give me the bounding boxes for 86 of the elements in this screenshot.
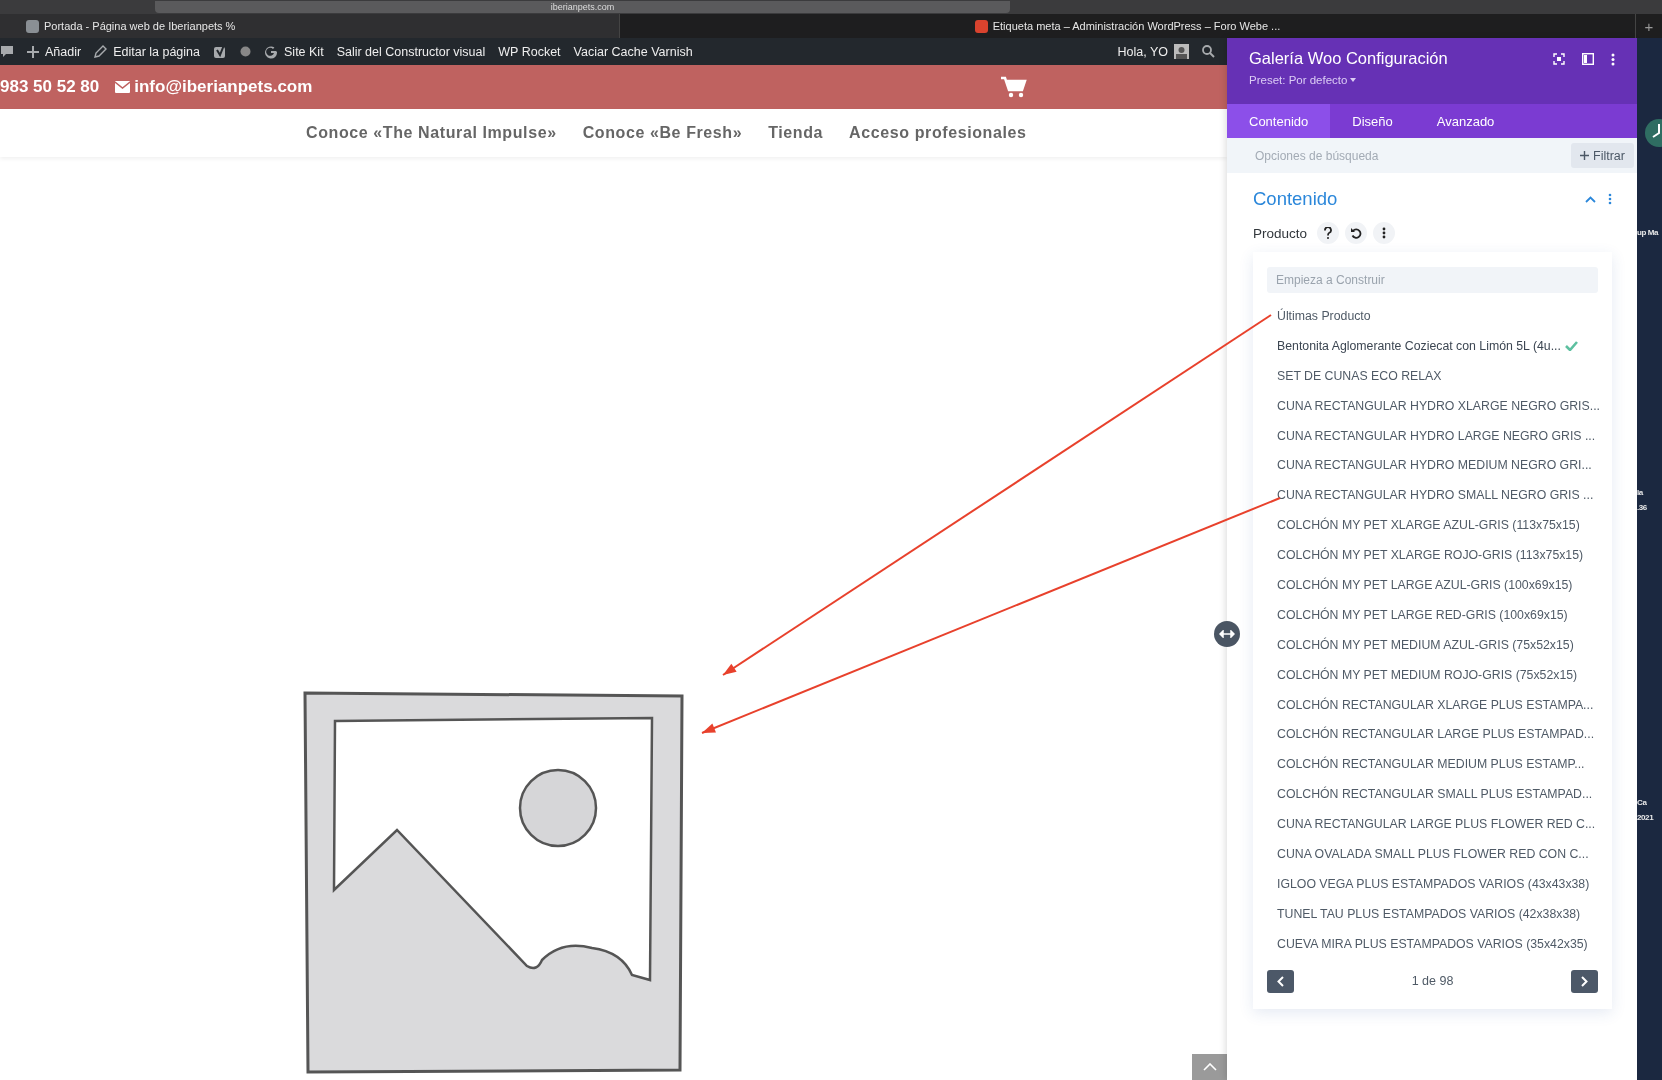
chevron-right-icon	[1581, 975, 1588, 987]
email-link[interactable]: info@iberianpets.com	[134, 77, 313, 97]
favicon-icon	[26, 19, 39, 33]
columns-icon[interactable]	[1582, 53, 1594, 65]
product-option[interactable]: SET DE CUNAS ECO RELAX	[1267, 360, 1598, 391]
next-page-button[interactable]	[1571, 969, 1598, 993]
product-option[interactable]: CUNA RECTANGULAR HYDRO LARGE NEGRO GRIS ...	[1267, 420, 1598, 451]
pencil-icon	[94, 45, 108, 58]
yoast-icon[interactable]	[213, 44, 227, 59]
product-option[interactable]: COLCHÓN MY PET MEDIUM ROJO-GRIS (75x52x15)	[1267, 659, 1598, 690]
product-option[interactable]: COLCHÓN MY PET XLARGE ROJO-GRIS (113x75x15)	[1267, 540, 1598, 570]
chevron-left-icon	[1277, 975, 1284, 987]
more-button[interactable]	[1373, 222, 1396, 244]
product-option[interactable]: Bentonita Aglomerante Coziecat con Limón 5L (4u...	[1267, 330, 1598, 361]
product-option[interactable]: COLCHÓN MY PET LARGE AZUL-GRIS (100x69x15)	[1267, 570, 1598, 600]
product-option[interactable]: COLCHÓN RECTANGULAR XLARGE PLUS ESTAMPA...	[1267, 689, 1598, 720]
desktop-label: la	[1637, 488, 1643, 497]
chevron-up-icon	[1202, 1063, 1217, 1071]
chevron-up-icon[interactable]	[1585, 195, 1596, 203]
kebab-menu-icon	[1382, 227, 1387, 239]
double-arrow-icon	[1219, 630, 1235, 638]
phone-number: 983 50 52 80	[0, 77, 100, 97]
product-option[interactable]: Últimas Producto	[1267, 301, 1598, 331]
product-option[interactable]: COLCHÓN MY PET MEDIUM AZUL-GRIS (75x52x15)	[1267, 629, 1598, 660]
greeting-link[interactable]: Hola, YO	[1117, 44, 1189, 59]
search-field[interactable]: Empieza a Construir	[1267, 267, 1598, 293]
admin-bar-item[interactable]: Site Kit	[264, 44, 324, 59]
product-option[interactable]: CUNA RECTANGULAR HYDRO XLARGE NEGRO GRIS...	[1267, 390, 1598, 421]
envelope-icon	[115, 81, 131, 93]
filter-button[interactable]: Filtrar	[1571, 143, 1634, 168]
section-title[interactable]: Contenido	[1253, 188, 1338, 210]
comment-icon[interactable]	[0, 45, 14, 58]
plus-icon	[27, 45, 39, 58]
plus-icon	[1580, 151, 1590, 160]
kebab-menu-icon[interactable]	[1611, 53, 1615, 66]
product-option[interactable]: COLCHÓN RECTANGULAR SMALL PLUS ESTAMPAD...	[1267, 779, 1598, 810]
product-option[interactable]: CUNA OVALADA SMALL PLUS FLOWER RED CON C...	[1267, 839, 1598, 869]
cart-icon[interactable]	[1001, 75, 1027, 99]
desktop-label: up Ma	[1637, 228, 1659, 237]
panel-tab[interactable]: Avanzado	[1414, 104, 1517, 138]
search-field[interactable]: Opciones de búsqueda Filtrar	[1227, 138, 1637, 173]
search-icon[interactable]	[1202, 45, 1215, 58]
panel-title: Galería Woo Configuración	[1249, 49, 1448, 68]
address-bar[interactable]: iberianpets.com	[155, 1, 1010, 13]
resize-handle[interactable]	[1214, 621, 1240, 647]
reset-button[interactable]	[1345, 222, 1368, 244]
nav-link[interactable]: Conoce «The Natural Impulse»	[306, 124, 557, 142]
product-option[interactable]: CUNA RECTANGULAR HYDRO SMALL NEGRO GRIS ...	[1267, 480, 1598, 511]
favicon-icon	[974, 19, 988, 33]
new-tab-button[interactable]: +	[1636, 17, 1662, 35]
question-icon	[1324, 227, 1333, 239]
product-option[interactable]: IGLOO VEGA PLUS ESTAMPADOS VARIOS (43x43x38)	[1267, 868, 1598, 899]
nav-link[interactable]: Acceso profesionales	[849, 124, 1027, 142]
undo-icon	[1350, 227, 1363, 239]
page-indicator: 1 de 98	[1410, 974, 1455, 989]
previous-page-button[interactable]	[1267, 969, 1294, 993]
preset-selector[interactable]: Preset: Por defecto	[1249, 74, 1348, 86]
desktop-label: 2021	[1637, 813, 1654, 822]
product-option[interactable]: CUNA RECTANGULAR HYDRO MEDIUM NEGRO GRI...	[1267, 450, 1598, 481]
admin-bar-item[interactable]: Editar la página	[94, 44, 200, 59]
kebab-menu-icon[interactable]	[1608, 193, 1612, 205]
help-button[interactable]	[1317, 222, 1340, 244]
focus-icon[interactable]	[1553, 53, 1565, 65]
status-dot-icon[interactable]	[240, 46, 251, 57]
admin-bar-item[interactable]: Salir del Constructor visual	[336, 44, 486, 59]
google-icon	[264, 44, 278, 59]
nav-link[interactable]: Conoce «Be Fresh»	[582, 124, 743, 142]
product-option[interactable]: CUEVA MIRA PLUS ESTAMPADOS VARIOS (35x42x35)	[1267, 928, 1598, 959]
field-label: Producto	[1253, 225, 1308, 241]
admin-bar-item[interactable]: Vaciar Cache Varnish	[573, 44, 693, 59]
desktop-label: .36	[1637, 503, 1647, 512]
panel-tab[interactable]: Diseño	[1330, 104, 1415, 138]
desktop-label: Ca	[1637, 798, 1647, 807]
product-option[interactable]: COLCHÓN RECTANGULAR LARGE PLUS ESTAMPAD...	[1267, 719, 1598, 750]
product-option[interactable]: COLCHÓN MY PET XLARGE AZUL-GRIS (113x75x15)	[1267, 510, 1598, 541]
caret-icon[interactable]	[1350, 78, 1357, 82]
avatar-icon	[1174, 44, 1189, 59]
product-option[interactable]: COLCHÓN MY PET LARGE RED-GRIS (100x69x15)	[1267, 599, 1598, 630]
product-option[interactable]: TUNEL TAU PLUS ESTAMPADOS VARIOS (42x38x38)	[1267, 898, 1598, 929]
browser-tab[interactable]: Portada - Página web de Iberianpets %	[0, 14, 620, 38]
admin-bar-item[interactable]: WP Rocket	[498, 44, 561, 59]
admin-bar-item[interactable]: Añadir	[27, 44, 82, 59]
product-option[interactable]: CUNA RECTANGULAR LARGE PLUS FLOWER RED C...	[1267, 809, 1598, 840]
panel-tab[interactable]: Contenido	[1227, 104, 1331, 138]
nav-link[interactable]: Tienda	[768, 124, 824, 142]
product-option[interactable]: COLCHÓN RECTANGULAR MEDIUM PLUS ESTAMP...	[1267, 749, 1598, 780]
